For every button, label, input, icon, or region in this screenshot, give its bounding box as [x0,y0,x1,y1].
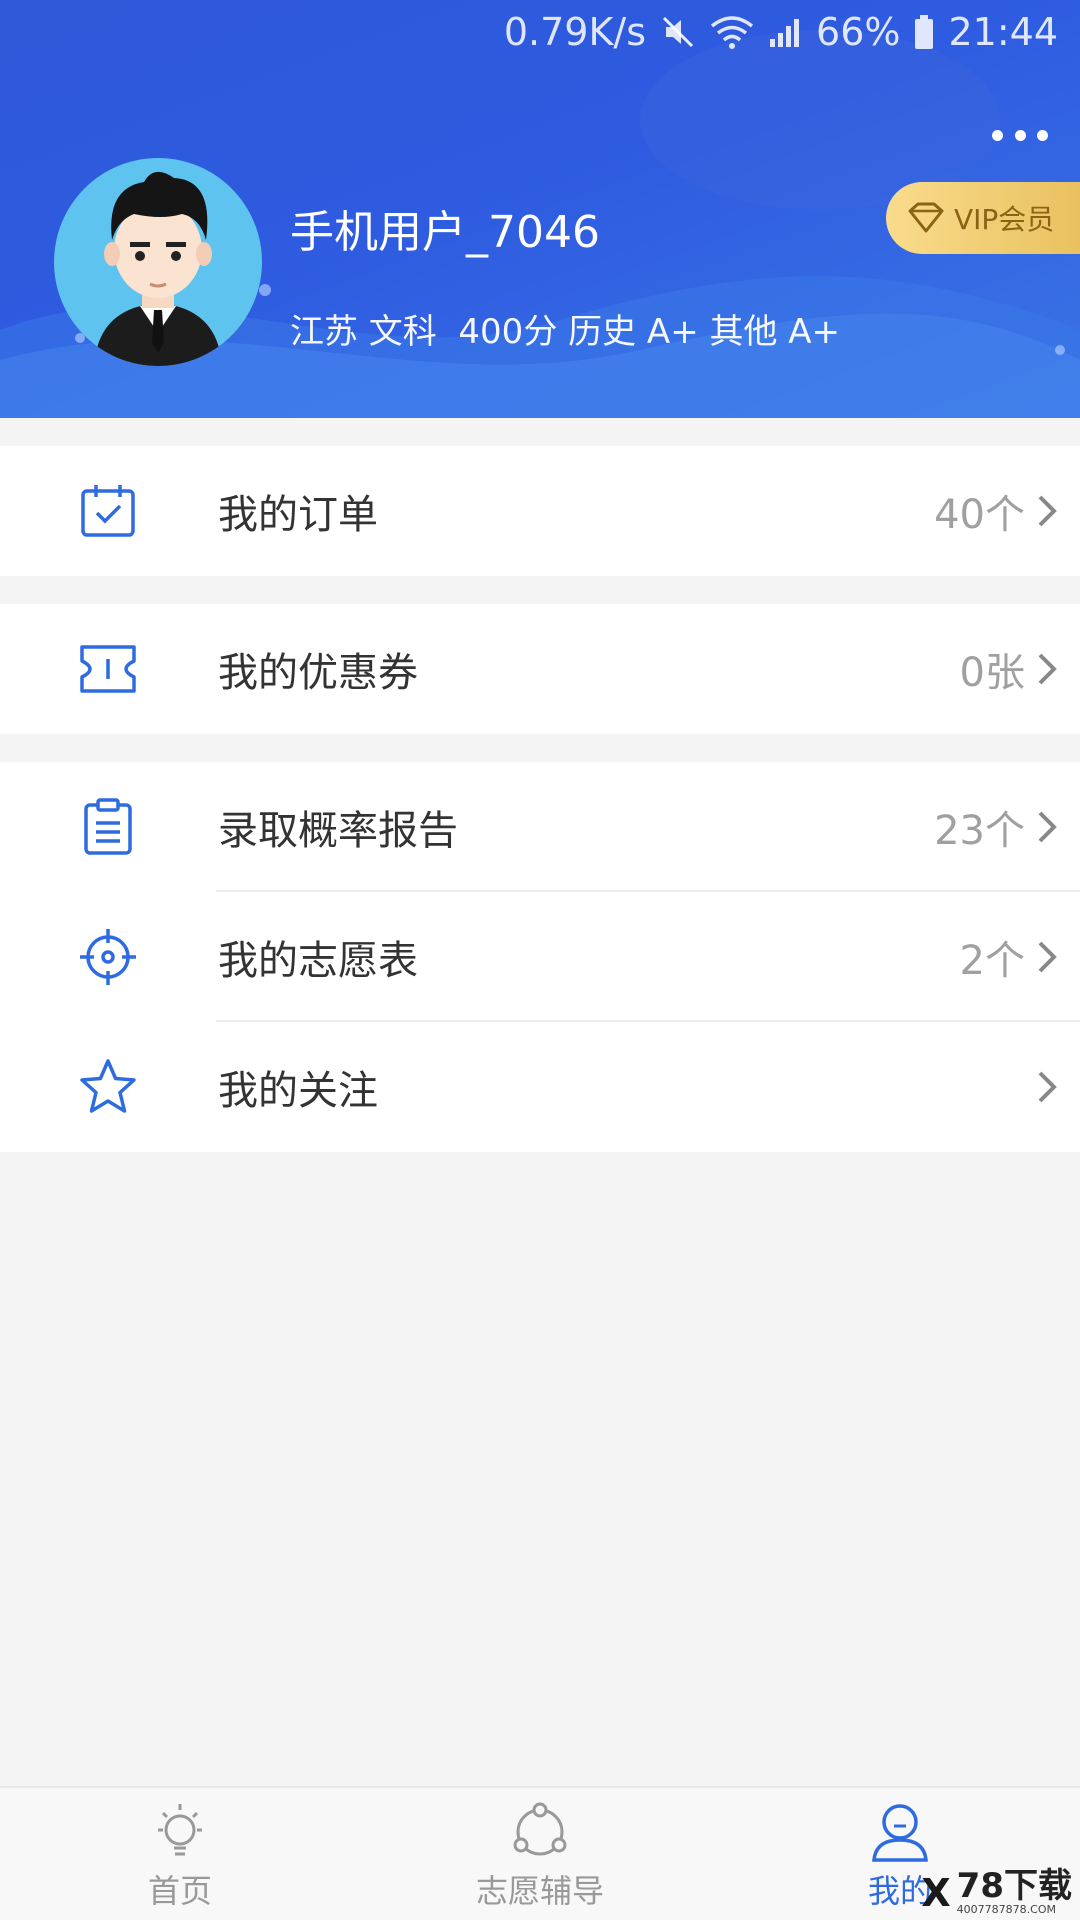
watermark-x-icon: X [921,1870,951,1915]
profile-header: 0.79K/s 66% 21:44 手机用户_7046 江苏 文科 400分 历… [0,0,1080,418]
chevron-right-icon [1038,495,1057,527]
orders-count: 40个 [934,492,1025,538]
watermark-brand: 78下载 [956,1866,1072,1906]
dot-icon [1014,129,1026,141]
volunteer-forms-label: 我的志愿表 [218,938,418,984]
wifi-icon [710,16,754,49]
vip-member-button[interactable]: VIP会员 [886,182,1080,254]
coupons-label: 我的优惠券 [218,650,418,696]
chevron-right-icon [1038,1071,1057,1103]
tab-home[interactable]: 首页 [120,1788,240,1920]
star-icon [80,1059,136,1113]
menu-item-orders[interactable]: 我的订单 40个 [0,446,1080,576]
profile-info[interactable]: 江苏 文科 400分 历史 A+ 其他 A+ [290,304,840,353]
bottom-tab-bar: 首页 志愿辅导 我的 X 78下载 4007787878.COM [0,1786,1080,1920]
menu-item-reports[interactable]: 录取概率报告 23个 [0,762,1080,892]
reports-label: 录取概率报告 [218,808,458,854]
ticket-icon [80,645,136,693]
user-icon [872,1804,928,1862]
calendar-check-icon [81,485,135,537]
target-icon [80,929,136,985]
volunteer-forms-count: 2个 [959,938,1025,984]
menu-item-coupons[interactable]: 我的优惠券 0张 [0,604,1080,734]
tab-guidance[interactable]: 志愿辅导 [460,1788,620,1920]
chevron-right-icon [1038,941,1057,973]
tab-home-label: 首页 [147,1872,212,1910]
watermark-logo: X 78下载 4007787878.COM [921,1869,1072,1916]
more-options-button[interactable] [992,120,1048,150]
vip-label: VIP会员 [954,203,1055,236]
follows-label: 我的关注 [218,1068,378,1114]
menu-item-follows[interactable]: 我的关注 [0,1022,1080,1152]
orders-card: 我的订单 40个 [0,446,1080,576]
dot-icon [1037,129,1048,141]
watermark-site: 4007787878.COM [956,1903,1056,1916]
network-speed: 0.79K/s [503,10,647,54]
battery-percent: 66% [816,10,901,54]
signal-icon [770,19,800,47]
share-nodes-icon [513,1802,567,1856]
username[interactable]: 手机用户_7046 [290,196,600,260]
diamond-icon [908,202,944,233]
tab-guidance-label: 志愿辅导 [475,1872,604,1910]
reports-count: 23个 [934,808,1025,854]
menu-item-volunteer-forms[interactable]: 我的志愿表 2个 [0,892,1080,1022]
dot-icon [992,129,1003,141]
status-bar: 0.79K/s 66% 21:44 [504,0,1058,64]
chevron-right-icon [1038,811,1057,843]
mute-icon [662,16,694,48]
reports-card: 录取概率报告 23个 我的志愿表 2个 我的关注 [0,762,1080,1152]
orders-label: 我的订单 [218,492,378,538]
clock: 21:44 [948,10,1058,54]
coupons-card: 我的优惠券 0张 [0,604,1080,734]
battery-icon [915,15,934,49]
chevron-right-icon [1038,653,1057,685]
lightbulb-icon [158,1804,202,1856]
clipboard-icon [84,798,132,855]
avatar[interactable] [54,158,262,366]
coupons-count: 0张 [959,650,1025,696]
avatar-illustration [94,171,222,366]
